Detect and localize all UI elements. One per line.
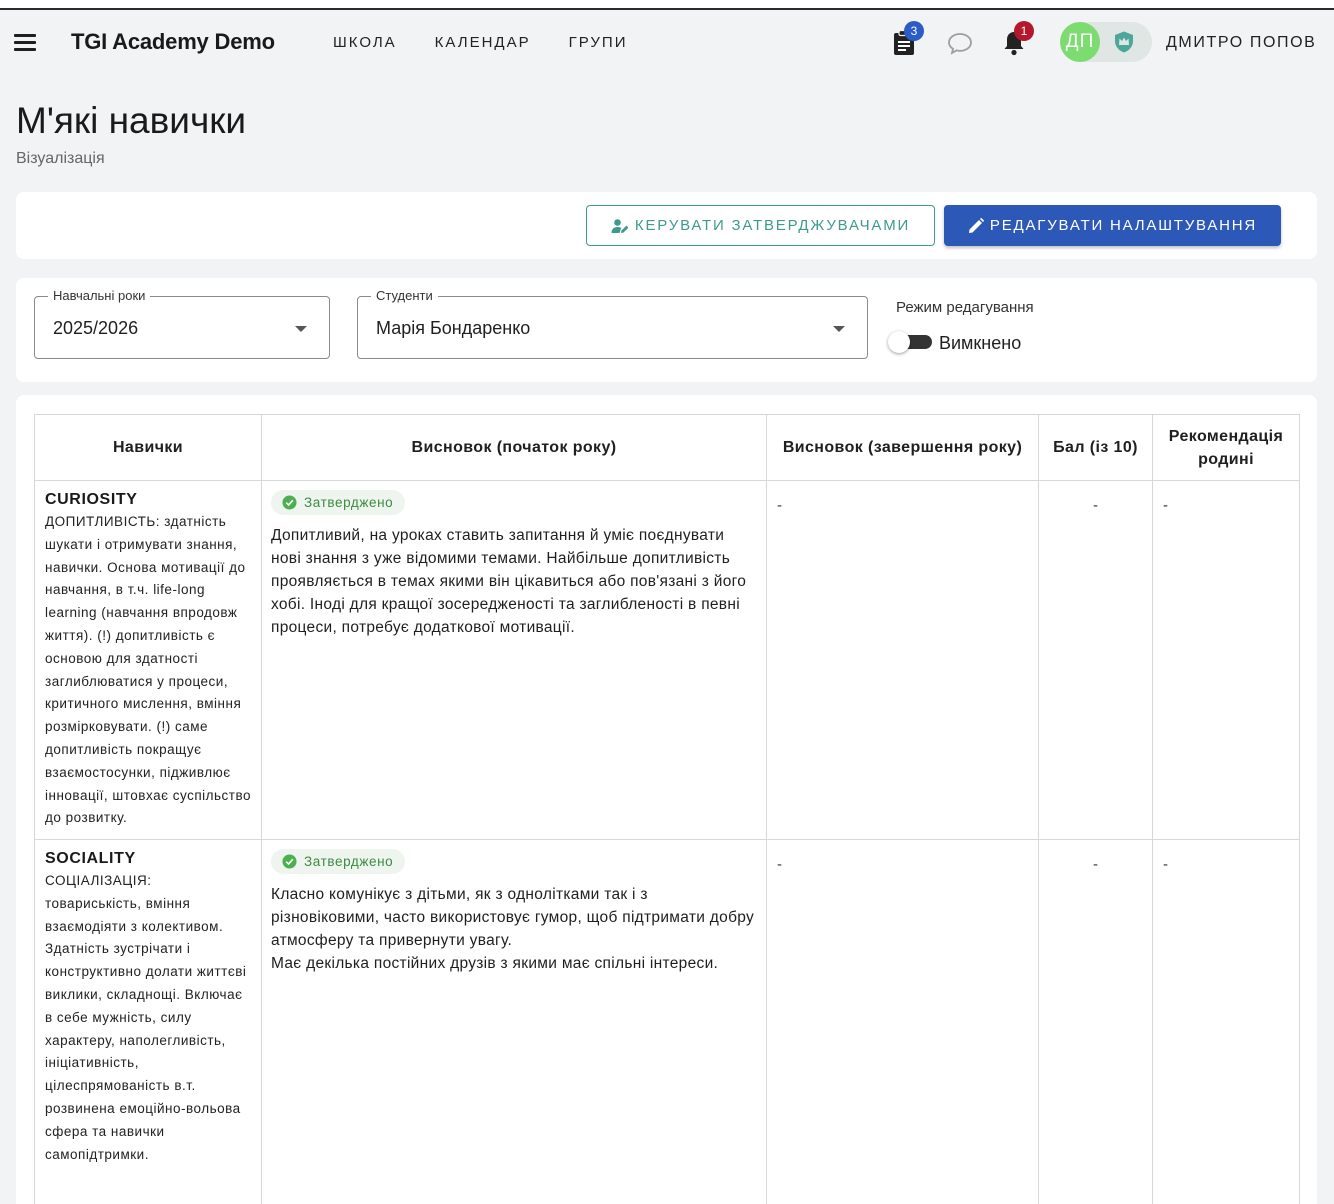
conclusion-start-text: Класно комунікує з дітьми, як з однолітк… — [271, 886, 755, 972]
soft-skills-table: Навички Висновок (початок року) Висновок… — [34, 414, 1300, 1204]
column-header-conclusion-start: Висновок (початок року) — [261, 414, 767, 481]
recommendation-cell: - — [1152, 839, 1300, 1204]
student-select[interactable]: Студенти Марія Бондаренко — [357, 288, 868, 359]
skill-cell: SOCIALITY СОЦІАЛІЗАЦІЯ: товариськість, в… — [34, 839, 262, 1204]
app-header: TGI Academy Demo ШКОЛА КАЛЕНДАР ГРУПИ 3 … — [0, 12, 1334, 74]
pencil-icon — [968, 217, 984, 233]
conclusion-end-cell: - — [766, 839, 1039, 1204]
menu-icon[interactable] — [14, 34, 36, 51]
edit-settings-button[interactable]: РЕДАГУВАТИ НАЛАШТУВАННЯ — [944, 205, 1281, 246]
conclusion-start-cell: Затверджено Класно комунікує з дітьми, я… — [261, 839, 767, 1204]
chevron-down-icon — [295, 326, 307, 332]
avatar[interactable]: ДП — [1060, 22, 1100, 62]
score-cell: - — [1038, 480, 1153, 840]
main-nav: ШКОЛА КАЛЕНДАР ГРУПИ — [333, 34, 665, 51]
skill-description: ДОПИТЛИВІСТЬ: здатність шукати і отримув… — [45, 514, 251, 826]
column-header-score: Бал (із 10) — [1038, 414, 1153, 481]
edit-settings-label: РЕДАГУВАТИ НАЛАШТУВАННЯ — [989, 217, 1258, 234]
status-badge: Затверджено — [271, 849, 406, 874]
chevron-down-icon — [833, 326, 845, 332]
student-label: Студенти — [371, 288, 438, 303]
crown-shield-icon — [1112, 30, 1136, 54]
status-label: Затверджено — [304, 495, 394, 510]
page-title: М'які навички — [16, 100, 247, 141]
nav-item-groups[interactable]: ГРУПИ — [569, 34, 628, 51]
skill-name: SOCIALITY — [45, 850, 136, 867]
page-subtitle: Візуалізація — [16, 150, 105, 167]
skill-cell: CURIOSITY ДОПИТЛИВІСТЬ: здатність шукати… — [34, 480, 262, 840]
nav-item-school[interactable]: ШКОЛА — [333, 34, 397, 51]
manage-approvers-label: КЕРУВАТИ ЗАТВЕРДЖУВАЧАМИ — [634, 217, 911, 234]
conclusion-end-cell: - — [766, 480, 1039, 840]
user-edit-icon — [611, 218, 629, 233]
column-header-skills: Навички — [34, 414, 262, 481]
academic-year-label: Навчальні роки — [48, 288, 151, 303]
academic-year-value: 2025/2026 — [53, 318, 139, 338]
conclusion-start-cell: Затверджено Допитливий, на уроках ставит… — [261, 480, 767, 840]
table-row: SOCIALITY СОЦІАЛІЗАЦІЯ: товариськість, в… — [34, 839, 1300, 1204]
status-badge: Затверджено — [271, 490, 406, 515]
table-header-row: Навички Висновок (початок року) Висновок… — [34, 414, 1300, 481]
notifications-icon[interactable]: 1 — [1002, 21, 1034, 57]
user-name[interactable]: ДМИТРО ПОПОВ — [1166, 34, 1316, 52]
app-title[interactable]: TGI Academy Demo — [71, 29, 275, 55]
column-header-recommendation: Рекомендація родині — [1152, 414, 1300, 481]
student-value: Марія Бондаренко — [376, 318, 531, 338]
edit-mode-state: Вимкнено — [939, 333, 1022, 353]
nav-item-calendar[interactable]: КАЛЕНДАР — [435, 34, 531, 51]
tasks-icon[interactable]: 3 — [892, 21, 924, 57]
table-row: CURIOSITY ДОПИТЛИВІСТЬ: здатність шукати… — [34, 480, 1300, 840]
check-circle-icon — [282, 495, 297, 510]
status-label: Затверджено — [304, 854, 394, 869]
edit-mode-label: Режим редагування — [896, 299, 1034, 316]
academic-year-select[interactable]: Навчальні роки 2025/2026 — [34, 288, 330, 359]
manage-approvers-button[interactable]: КЕРУВАТИ ЗАТВЕРДЖУВАЧАМИ — [586, 205, 935, 246]
edit-mode-toggle[interactable] — [888, 330, 934, 354]
notifications-count-badge: 1 — [1014, 21, 1034, 41]
skill-description: СОЦІАЛІЗАЦІЯ: товариськість, вміння взає… — [45, 873, 247, 1162]
skill-name: CURIOSITY — [45, 491, 138, 508]
user-avatar-group[interactable]: ДП — [1060, 22, 1152, 62]
recommendation-cell: - — [1152, 480, 1300, 840]
tasks-count-badge: 3 — [904, 21, 924, 41]
window-top-edge — [0, 0, 1334, 10]
conclusion-start-text: Допитливий, на уроках ставить запитання … — [271, 527, 747, 636]
chat-icon[interactable] — [947, 31, 973, 55]
score-cell: - — [1038, 839, 1153, 1204]
check-circle-icon — [282, 854, 297, 869]
column-header-conclusion-end: Висновок (завершення року) — [766, 414, 1039, 481]
